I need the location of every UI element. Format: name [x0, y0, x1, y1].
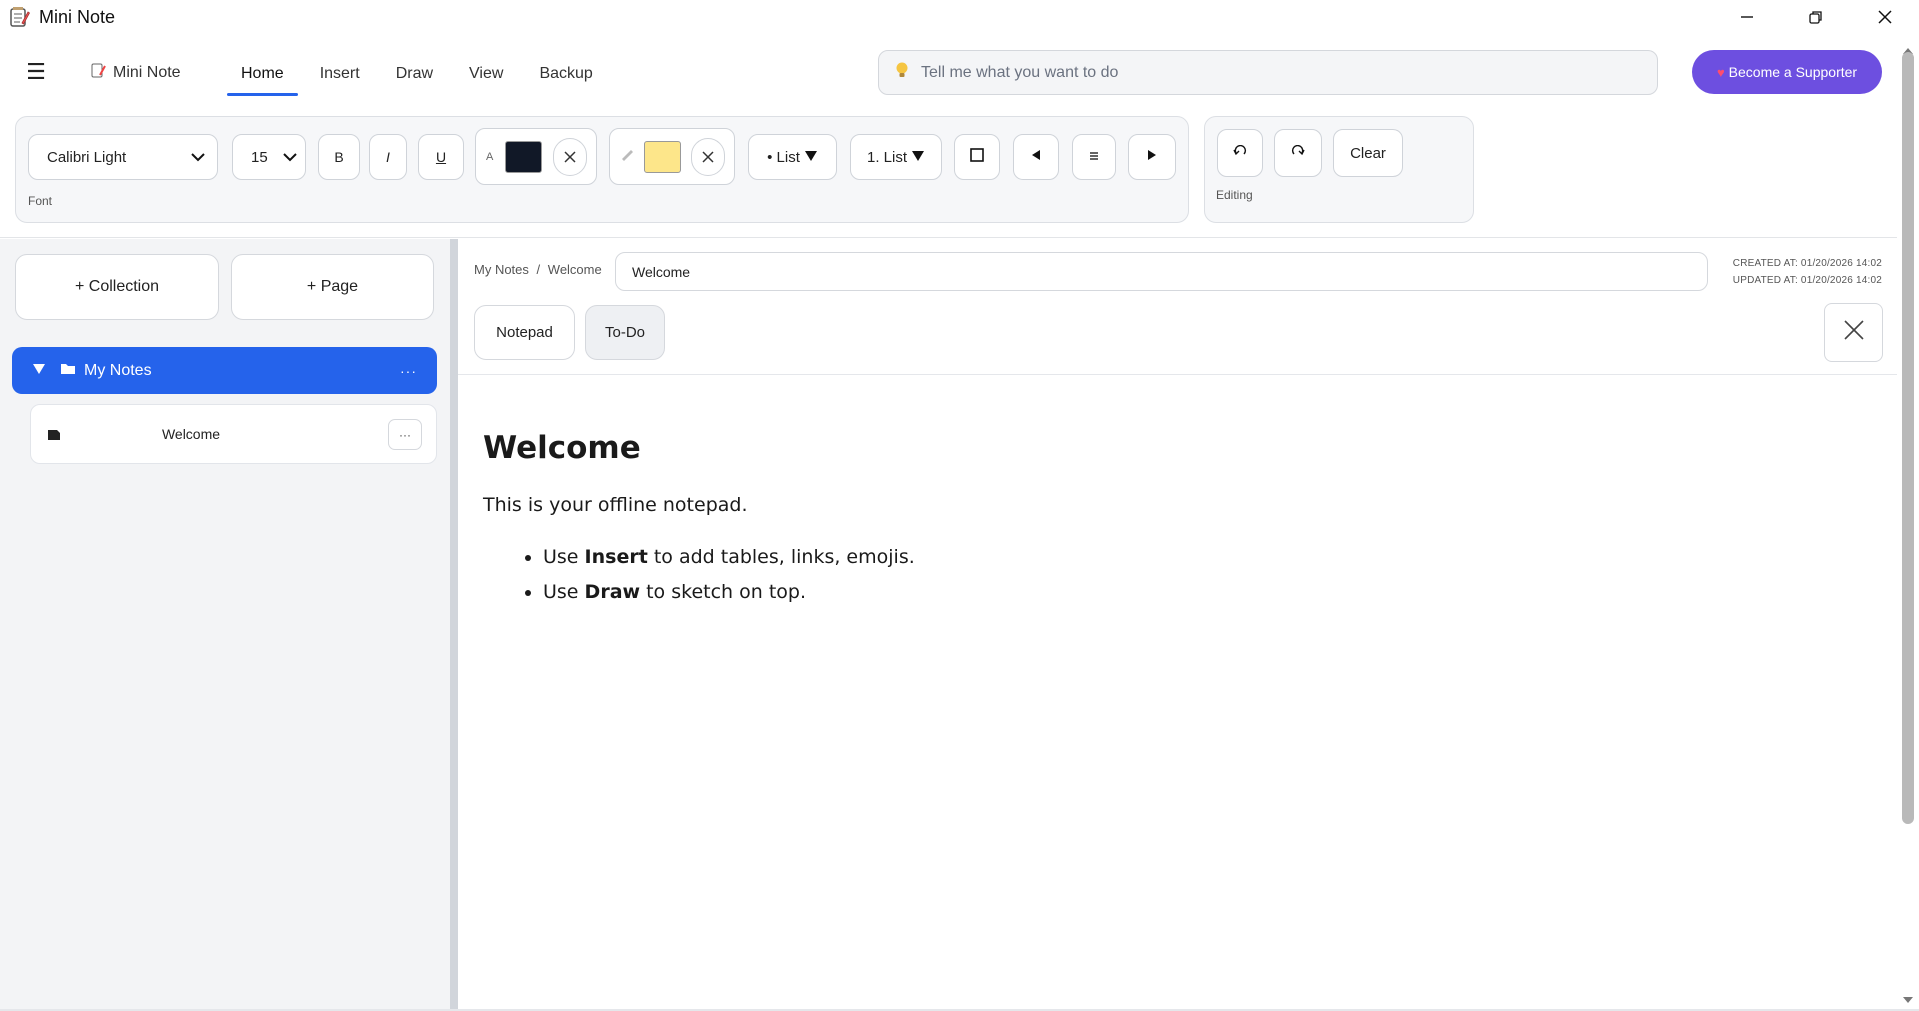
numbered-list-label: 1. List — [866, 148, 908, 166]
breadcrumb-page[interactable]: Welcome — [548, 262, 602, 277]
square-icon — [970, 147, 984, 167]
updated-at: UPDATED AT: 01/20/2026 14:02 — [1732, 275, 1882, 286]
content-divider — [458, 374, 1897, 375]
breadcrumb: My Notes / Welcome — [474, 262, 602, 277]
title-bar: Mini Note — [0, 0, 1919, 34]
tab-home[interactable]: Home — [227, 52, 298, 96]
font-group-label: Font — [28, 194, 53, 208]
clear-button[interactable]: Clear — [1333, 129, 1403, 177]
close-icon — [564, 151, 576, 163]
scrollbar-thumb[interactable] — [1902, 52, 1914, 824]
scroll-down-icon[interactable] — [1902, 991, 1914, 1009]
redo-button[interactable] — [1274, 129, 1322, 177]
close-icon — [702, 151, 714, 163]
chevron-down-icon — [283, 149, 297, 166]
text-color-swatch[interactable] — [505, 141, 542, 173]
italic-button[interactable]: I — [369, 134, 407, 180]
editing-group-label: Editing — [1216, 188, 1253, 202]
bold-button[interactable]: B — [318, 134, 360, 180]
outdent-button[interactable] — [1013, 134, 1059, 180]
heart-icon: ♥ — [1716, 64, 1725, 80]
ribbon-divider — [0, 237, 1897, 238]
caret-down-icon — [911, 149, 925, 166]
undo-button[interactable] — [1217, 129, 1263, 177]
tab-todo[interactable]: To-Do — [585, 305, 665, 360]
minimize-icon[interactable] — [1712, 0, 1781, 34]
become-supporter-button[interactable]: ♥ Become a Supporter — [1692, 50, 1882, 94]
top-nav: ☰ Mini Note Home Insert Draw View Backup… — [0, 34, 1897, 114]
collection-more-button[interactable]: ··· — [400, 363, 417, 379]
note-bullet-list: Use Insert to add tables, links, emojis.… — [483, 540, 1863, 610]
list-item: Use Insert to add tables, links, emojis. — [543, 540, 1863, 575]
caret-down-icon[interactable] — [32, 362, 46, 380]
collection-my-notes[interactable]: My Notes ··· — [12, 347, 437, 394]
add-collection-button[interactable]: + Collection — [15, 254, 219, 320]
page-item-welcome[interactable]: Welcome ··· — [30, 404, 437, 464]
breadcrumb-root[interactable]: My Notes — [474, 262, 529, 277]
supporter-label: Become a Supporter — [1728, 64, 1858, 80]
note-timestamps: CREATED AT: 01/20/2026 14:02 UPDATED AT:… — [1733, 255, 1882, 289]
align-icon — [1089, 148, 1099, 166]
align-button[interactable] — [1072, 134, 1116, 180]
close-note-button[interactable] — [1824, 303, 1883, 362]
search-input[interactable]: Tell me what you want to do — [878, 50, 1658, 95]
font-family-value: Calibri Light — [47, 148, 127, 166]
breadcrumb-separator: / — [536, 262, 541, 277]
window-title: Mini Note — [39, 6, 116, 27]
search-placeholder: Tell me what you want to do — [921, 63, 1119, 81]
highlighter-icon — [620, 147, 636, 166]
clear-highlight-button[interactable] — [691, 138, 725, 176]
bullet-list-label: • List — [767, 148, 800, 166]
tab-backup[interactable]: Backup — [525, 52, 606, 96]
folder-icon — [60, 362, 76, 380]
numbered-list-button[interactable]: 1. List — [850, 134, 942, 180]
undo-icon — [1233, 144, 1247, 162]
indent-button[interactable] — [1128, 134, 1176, 180]
text-color-label: A — [486, 150, 494, 163]
list-item: Use Draw to sketch on top. — [543, 575, 1863, 610]
underline-button[interactable]: U — [418, 134, 464, 180]
close-icon — [1842, 318, 1866, 347]
lightbulb-icon — [895, 61, 909, 84]
note-paragraph: This is your offline notepad. — [483, 494, 748, 516]
tab-view[interactable]: View — [455, 52, 517, 96]
note-editor[interactable]: Welcome This is your offline notepad. Us… — [483, 430, 1863, 610]
close-icon[interactable] — [1850, 0, 1919, 34]
notepad-icon — [6, 4, 32, 30]
restore-icon[interactable] — [1781, 0, 1850, 34]
note-area — [458, 239, 1897, 1011]
sidebar-resize-handle[interactable] — [450, 239, 458, 1011]
clear-text-color-button[interactable] — [553, 138, 587, 176]
brand[interactable]: Mini Note — [90, 62, 181, 83]
bullet-list-button[interactable]: • List — [748, 134, 837, 180]
note-heading: Welcome — [483, 430, 641, 466]
add-page-button[interactable]: + Page — [231, 254, 434, 320]
redo-icon — [1291, 144, 1305, 162]
tab-insert[interactable]: Insert — [306, 52, 374, 96]
font-size-value: 15 — [251, 148, 268, 166]
page-more-button[interactable]: ··· — [388, 419, 422, 450]
collection-label: My Notes — [84, 361, 152, 379]
tab-notepad[interactable]: Notepad — [474, 305, 575, 360]
note-title-input[interactable]: Welcome — [615, 252, 1708, 291]
checkbox-button[interactable] — [954, 134, 1000, 180]
caret-down-icon — [804, 149, 818, 166]
tab-draw[interactable]: Draw — [382, 52, 447, 96]
triangle-left-icon — [1031, 148, 1041, 166]
page-item-label: Welcome — [161, 426, 221, 442]
font-size-select[interactable]: 15 — [232, 134, 306, 180]
font-family-select[interactable]: Calibri Light — [28, 134, 218, 180]
notepad-icon — [90, 62, 106, 83]
triangle-right-icon — [1147, 148, 1157, 166]
created-at: CREATED AT: 01/20/2026 14:02 — [1732, 258, 1882, 269]
brand-label: Mini Note — [113, 63, 181, 81]
hamburger-icon[interactable]: ☰ — [22, 59, 50, 84]
chevron-down-icon — [191, 149, 205, 166]
highlight-color-swatch[interactable] — [644, 141, 681, 173]
